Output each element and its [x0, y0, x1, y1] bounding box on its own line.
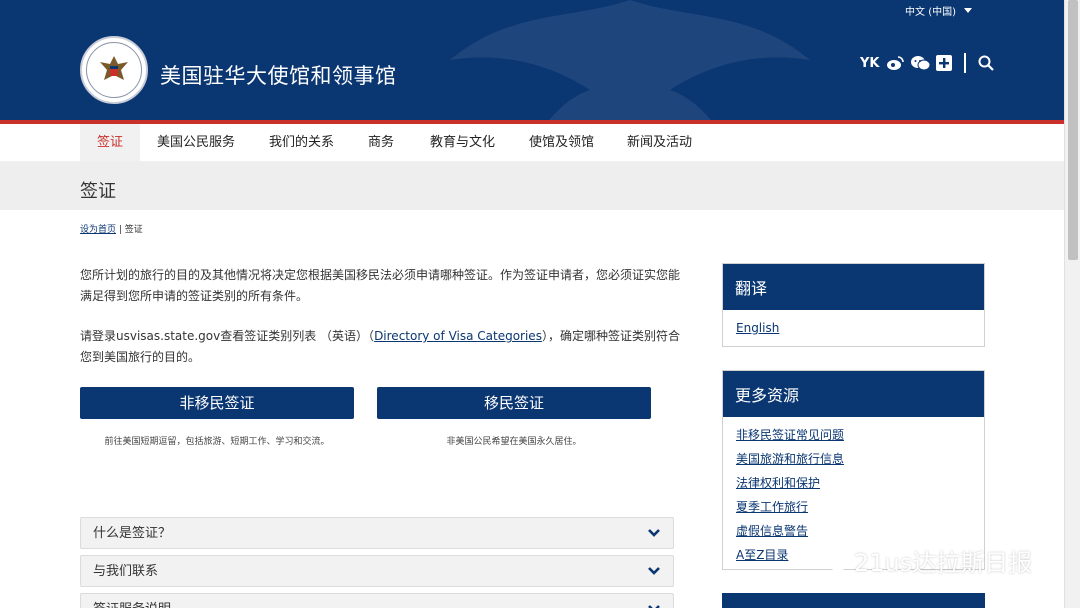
accordion-visa-services[interactable]: 签证服务说明 [80, 593, 674, 608]
nonimmigrant-description: 前往美国短期逗留，包括旅游、短期工作、学习和交流。 [104, 437, 330, 447]
visa-categories-paragraph: 请登录usvisas.state.gov查看签证类别列表 （英语）（Direct… [80, 329, 680, 364]
main-nav: 签证 美国公民服务 我们的关系 商务 教育与文化 使馆及领馆 新闻及活动 [0, 124, 1064, 161]
chevron-down-icon [648, 567, 660, 575]
resource-link-summer-work[interactable]: 夏季工作旅行 [736, 495, 972, 519]
visa-categories-link[interactable]: Directory of Visa Categories [374, 329, 542, 343]
weibo-icon[interactable] [886, 55, 904, 71]
caret-down-icon [964, 8, 972, 13]
resource-link-nonimmigrant-faq[interactable]: 非移民签证常见问题 [736, 423, 972, 447]
sidebar-next-box-header [722, 593, 985, 608]
page-scrollbar[interactable] [1064, 0, 1080, 608]
resource-link-travel-info[interactable]: 美国旅游和旅行信息 [736, 447, 972, 471]
accordion-what-is-visa[interactable]: 什么是签证？ [80, 517, 674, 549]
breadcrumb-current: 签证 [124, 225, 143, 235]
immigrant-description: 非美国公民希望在美国永久居住。 [446, 437, 582, 447]
social-toolbar: YK [860, 53, 994, 73]
nav-item-education-culture[interactable]: 教育与文化 [430, 124, 495, 161]
wechat-watermark-icon [819, 549, 847, 571]
page-title: 签证 [80, 181, 116, 202]
search-icon[interactable] [978, 55, 994, 71]
translate-title: 翻译 [723, 264, 984, 310]
accordion-label: 与我们联系 [93, 564, 159, 579]
nav-item-embassy-consulates[interactable]: 使馆及领馆 [529, 124, 594, 161]
page-title-band [0, 161, 1064, 210]
immigrant-visa-button[interactable]: 移民签证 [377, 387, 651, 419]
translate-box: 翻译 English [722, 263, 985, 347]
language-label: 中文 (中国) [905, 7, 956, 18]
nav-item-visa[interactable]: 签证 [80, 124, 140, 161]
resource-link-fraud-warning[interactable]: 虚假信息警告 [736, 519, 972, 543]
eagle-icon [100, 56, 128, 80]
chevron-down-icon [648, 605, 660, 608]
plus-icon[interactable] [935, 55, 952, 71]
wechat-icon[interactable] [910, 55, 930, 71]
nonimmigrant-visa-button[interactable]: 非移民签证 [80, 387, 354, 419]
chevron-down-icon [648, 529, 660, 537]
nav-item-business[interactable]: 商务 [368, 124, 394, 161]
resources-title: 更多资源 [723, 371, 984, 417]
breadcrumb-home-link[interactable]: 设为首页 [80, 225, 116, 235]
intro-paragraph: 您所计划的旅行的目的及其他情况将决定您根据美国移民法必须申请哪种签证。作为签证申… [80, 268, 681, 303]
wechat-watermark: 21us达拉斯日报 [818, 543, 1032, 578]
youku-icon[interactable]: YK [860, 56, 880, 71]
resource-link-legal-rights[interactable]: 法律权利和保护 [736, 471, 972, 495]
embassy-seal-logo[interactable] [80, 36, 148, 104]
breadcrumb: 设为首页 | 签证 [80, 225, 143, 235]
scrollbar-thumb[interactable] [1068, 0, 1078, 260]
eagle-watermark-icon [450, 0, 810, 120]
site-title[interactable]: 美国驻华大使馆和领事馆 [160, 60, 397, 90]
accordion-contact-us[interactable]: 与我们联系 [80, 555, 674, 587]
resources-box: 更多资源 非移民签证常见问题 美国旅游和旅行信息 法律权利和保护 夏季工作旅行 … [722, 370, 985, 570]
nav-item-news-events[interactable]: 新闻及活动 [627, 124, 692, 161]
nav-item-citizen-services[interactable]: 美国公民服务 [157, 124, 235, 161]
nav-item-relations[interactable]: 我们的关系 [269, 124, 334, 161]
language-selector[interactable]: 中文 (中国) [905, 3, 972, 18]
site-header: 中文 (中国) 美国驻华大使馆和领事馆 YK [0, 0, 1064, 120]
accordion-label: 什么是签证？ [93, 526, 172, 541]
toolbar-divider [963, 53, 966, 73]
english-link[interactable]: English [736, 316, 972, 340]
accordion-label: 签证服务说明 [93, 594, 171, 608]
